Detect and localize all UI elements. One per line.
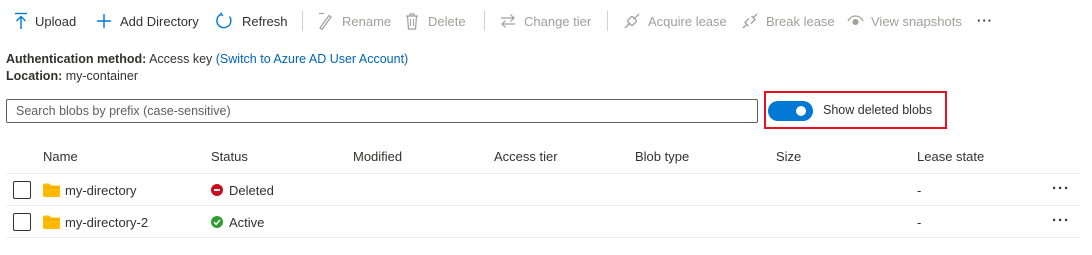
upload-icon <box>14 12 28 30</box>
column-header-access-tier[interactable]: Access tier <box>494 149 558 164</box>
break-lease-button[interactable]: Break lease <box>741 10 835 32</box>
column-header-modified[interactable]: Modified <box>353 149 402 164</box>
delete-label: Delete <box>428 13 466 29</box>
acquire-lease-label: Acquire lease <box>648 13 727 29</box>
delete-button[interactable]: Delete <box>405 10 466 32</box>
view-snapshots-button[interactable]: View snapshots <box>847 10 962 32</box>
row-name[interactable]: my-directory-2 <box>65 215 148 230</box>
add-directory-button[interactable]: Add Directory <box>96 10 199 32</box>
show-deleted-toggle[interactable] <box>768 101 813 121</box>
more-commands-button[interactable]: ··· <box>977 9 993 31</box>
column-header-blob-type[interactable]: Blob type <box>635 149 689 164</box>
acquire-lease-button[interactable]: Acquire lease <box>623 10 727 32</box>
eye-icon <box>847 14 864 28</box>
plus-icon <box>96 13 112 29</box>
command-bar: Upload Add Directory Refresh Rename Dele… <box>0 0 1092 42</box>
row-lease-state: - <box>917 215 922 230</box>
toolbar-divider <box>607 11 608 31</box>
refresh-label: Refresh <box>242 13 288 29</box>
upload-label: Upload <box>35 13 77 29</box>
column-header-size[interactable]: Size <box>776 149 801 164</box>
folder-icon <box>43 183 60 200</box>
location-info: Location: my-container <box>6 69 138 83</box>
refresh-button[interactable]: Refresh <box>215 10 288 32</box>
row-more-icon[interactable]: ··· <box>1052 181 1070 196</box>
column-header-lease-state[interactable]: Lease state <box>917 149 984 164</box>
refresh-icon <box>215 12 233 30</box>
swap-arrows-icon <box>500 13 516 29</box>
header-divider <box>6 173 1080 174</box>
deleted-status-icon <box>211 184 223 196</box>
location-value: my-container <box>65 69 138 83</box>
show-deleted-label: Show deleted blobs <box>823 103 933 117</box>
active-status-icon <box>211 216 223 228</box>
switch-auth-link[interactable]: (Switch to Azure AD User Account) <box>216 52 408 66</box>
row-status: Deleted <box>229 183 274 198</box>
broken-link-icon <box>741 12 759 30</box>
toolbar-divider <box>302 11 303 31</box>
rename-icon <box>318 12 332 30</box>
rename-button[interactable]: Rename <box>318 10 391 32</box>
trash-icon <box>405 12 419 30</box>
column-header-name[interactable]: Name <box>43 149 78 164</box>
auth-method-value: Access key <box>149 52 213 66</box>
authentication-info: Authentication method: Access key (Switc… <box>6 52 408 66</box>
rename-label: Rename <box>342 13 392 29</box>
ellipsis-icon: ··· <box>977 12 993 28</box>
search-input[interactable] <box>6 99 758 123</box>
row-divider <box>6 205 1080 206</box>
toolbar-divider <box>484 11 485 31</box>
row-name[interactable]: my-directory <box>65 183 137 198</box>
change-tier-button[interactable]: Change tier <box>500 10 591 32</box>
link-icon <box>623 12 641 30</box>
add-directory-label: Add Directory <box>120 13 199 29</box>
row-divider <box>6 237 1080 238</box>
row-more-icon[interactable]: ··· <box>1052 213 1070 228</box>
break-lease-label: Break lease <box>766 13 835 29</box>
view-snapshots-label: View snapshots <box>871 13 962 29</box>
folder-icon <box>43 215 60 232</box>
auth-method-label: Authentication method: <box>6 52 147 66</box>
location-label: Location: <box>6 69 63 83</box>
toggle-knob <box>796 106 806 116</box>
row-checkbox[interactable] <box>13 181 31 199</box>
column-header-status[interactable]: Status <box>211 149 248 164</box>
row-checkbox[interactable] <box>13 213 31 231</box>
change-tier-label: Change tier <box>524 13 592 29</box>
row-lease-state: - <box>917 183 922 198</box>
row-status: Active <box>229 215 265 230</box>
upload-button[interactable]: Upload <box>14 10 76 32</box>
